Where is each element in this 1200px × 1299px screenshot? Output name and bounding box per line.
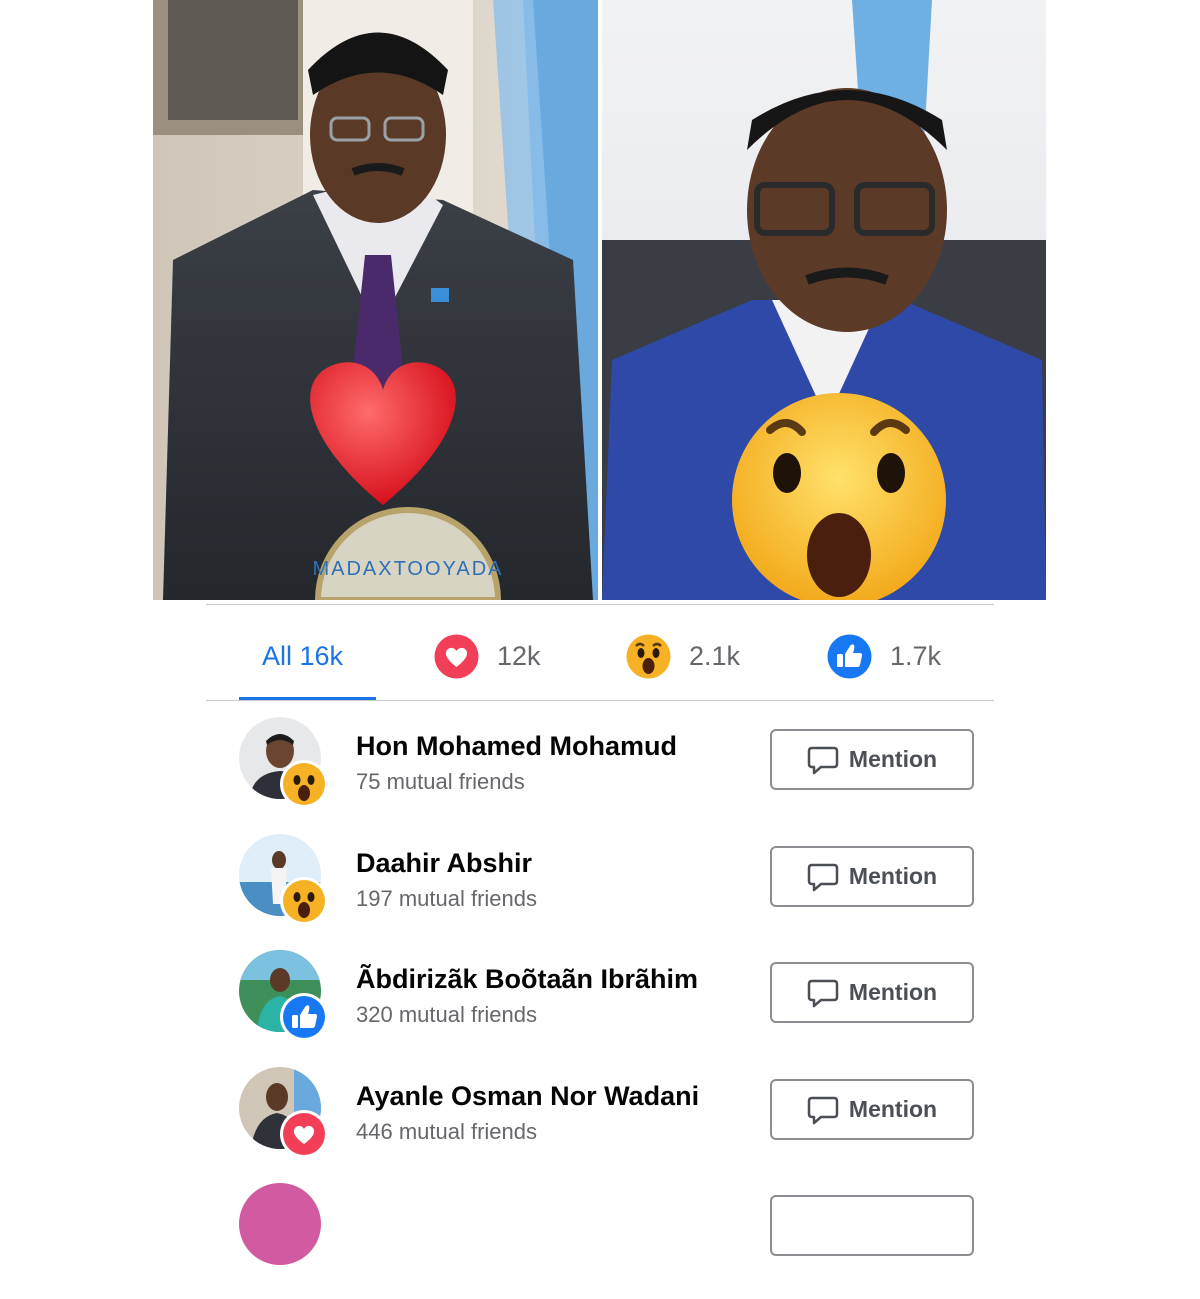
president-photo: MADAXTOOYADA: [153, 0, 598, 600]
reactor-row[interactable]: Daahir Abshir 197 mutual friends Mention: [0, 834, 1200, 950]
mention-button[interactable]: Mention: [770, 729, 974, 790]
mention-label: Mention: [848, 1096, 938, 1122]
tabs-divider: [206, 700, 994, 701]
mention-button[interactable]: Mention: [770, 962, 974, 1023]
seal-text: MADAXTOOYADA: [312, 558, 503, 580]
mention-button[interactable]: Mention: [770, 1079, 974, 1140]
reactor-row[interactable]: Ayanle Osman Nor Wadani 446 mutual frien…: [0, 1067, 1200, 1183]
tab-like-count: 1.7k: [890, 640, 942, 671]
comment-bubble-icon: [807, 746, 839, 774]
tab-love[interactable]: 12k: [434, 628, 541, 684]
tab-all[interactable]: All 16k: [262, 628, 343, 684]
tab-love-count: 12k: [497, 640, 541, 671]
mention-button[interactable]: Mention: [770, 846, 974, 907]
love-reaction-icon: [279, 1109, 329, 1159]
avatar[interactable]: [239, 1183, 321, 1265]
wow-reaction-icon: [732, 393, 946, 600]
tab-wow-count: 2.1k: [689, 640, 741, 671]
image-bottom-divider: [206, 604, 994, 605]
wow-reaction-icon: [279, 759, 329, 809]
post-photo-left[interactable]: MADAXTOOYADA: [153, 0, 598, 600]
mention-label: Mention: [848, 746, 938, 772]
like-reaction-icon: [279, 992, 329, 1042]
wow-reaction-icon: [626, 634, 671, 678]
mutual-friends: 446 mutual friends: [356, 1119, 537, 1144]
wow-reaction-icon: [279, 876, 329, 926]
mutual-friends: 197 mutual friends: [356, 886, 537, 911]
like-reaction-icon: [827, 634, 872, 678]
mutual-friends: 320 mutual friends: [356, 1002, 537, 1027]
tab-wow[interactable]: 2.1k: [626, 628, 740, 684]
post-photo-right[interactable]: [602, 0, 1046, 600]
mention-label: Mention: [848, 979, 938, 1005]
mutual-friends: 75 mutual friends: [356, 769, 525, 794]
reactor-name[interactable]: Daahir Abshir: [356, 848, 532, 879]
reactor-row[interactable]: Hon Mohamed Mohamud 75 mutual friends Me…: [0, 717, 1200, 833]
reactor-row[interactable]: Ãbdirizãk Boõtaãn Ibrãhim 320 mutual fri…: [0, 950, 1200, 1066]
comment-bubble-icon: [807, 863, 839, 891]
vice-president-photo: [602, 0, 1046, 600]
comment-bubble-icon: [807, 1096, 839, 1124]
love-reaction-icon: [434, 634, 479, 678]
reactor-name[interactable]: Ãbdirizãk Boõtaãn Ibrãhim: [356, 964, 698, 995]
reactor-name[interactable]: Ayanle Osman Nor Wadani: [356, 1081, 699, 1112]
mention-button[interactable]: [770, 1195, 974, 1256]
tab-like[interactable]: 1.7k: [827, 628, 941, 684]
reactor-row-partial[interactable]: [0, 1183, 1200, 1299]
tab-all-label: All 16k: [262, 640, 344, 671]
mention-label: Mention: [848, 863, 938, 889]
comment-bubble-icon: [807, 979, 839, 1007]
reactor-name[interactable]: Hon Mohamed Mohamud: [356, 731, 677, 762]
